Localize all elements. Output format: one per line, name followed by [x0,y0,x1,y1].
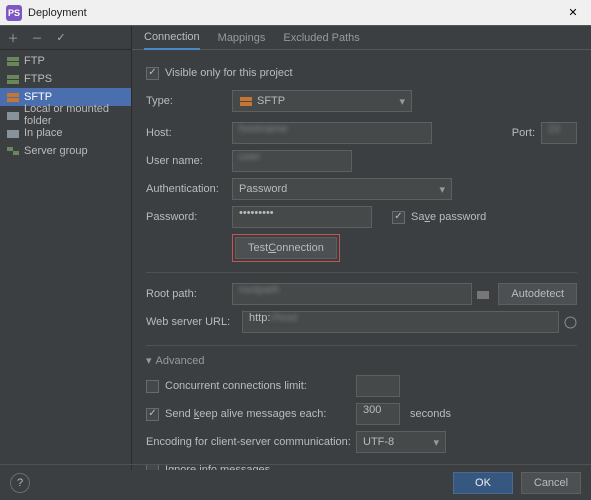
keepalive-input[interactable]: 300 [356,403,400,425]
sidebar-toolbar: ＋ － ✓ [0,26,131,50]
app-icon: PS [6,5,22,21]
auth-label: Authentication: [146,183,232,195]
folder-icon [6,127,20,139]
web-input[interactable]: http://host [242,311,559,333]
tree-item-label: SFTP [24,91,52,103]
main-panel: Connection Mappings Excluded Paths Visib… [132,26,591,470]
type-select[interactable]: SFTP ▾ [232,90,412,112]
add-icon[interactable]: ＋ [4,29,22,47]
user-label: User name: [146,155,232,167]
sidebar: ＋ － ✓ FTP FTPS SFTP [0,26,132,470]
advanced-toggle[interactable]: ▾ Advanced [146,354,577,367]
tree-item-ftps[interactable]: FTPS [0,70,131,88]
server-icon [6,91,20,103]
tab-mappings[interactable]: Mappings [218,26,266,50]
checkbox-icon [146,380,159,393]
auth-select[interactable]: Password ▾ [232,178,452,200]
password-label: Password: [146,211,232,223]
tree-item-label: Server group [24,145,88,157]
checkbox-icon [392,211,405,224]
type-label: Type: [146,95,232,107]
help-button[interactable]: ? [10,473,30,493]
server-icon [6,73,20,85]
server-icon [239,95,253,107]
encoding-label: Encoding for client-server communication… [146,436,356,448]
checkbox-icon [146,408,159,421]
host-label: Host: [146,127,232,139]
concurrent-checkbox[interactable]: Concurrent connections limit: [146,380,356,393]
chevron-down-icon: ▾ [399,95,405,108]
seconds-label: seconds [410,408,451,420]
root-input[interactable]: rootpath [232,283,472,305]
folder-icon [6,109,20,121]
auth-value: Password [239,183,287,195]
concurrent-input[interactable] [356,375,400,397]
tree-item-ftp[interactable]: FTP [0,52,131,70]
type-value: SFTP [257,95,285,107]
keepalive-checkbox[interactable]: Send keep alive messages each: [146,408,356,421]
autodetect-button[interactable]: Autodetect [498,283,577,305]
tree-item-servergroup[interactable]: Server group [0,142,131,160]
tree-item-label: In place [24,127,63,139]
apply-icon[interactable]: ✓ [52,29,70,47]
port-label: Port: [512,127,535,139]
tree-item-label: FTPS [24,73,52,85]
window-title: Deployment [28,7,561,19]
keepalive-label: Send keep alive messages each: [165,408,326,420]
open-browser-icon[interactable] [563,315,577,329]
password-input[interactable]: ••••••••• [232,206,372,228]
chevron-down-icon: ▾ [439,183,445,196]
root-label: Root path: [146,288,232,300]
remove-icon[interactable]: － [28,29,46,47]
close-icon[interactable]: ✕ [561,6,585,19]
titlebar: PS Deployment ✕ [0,0,591,26]
tab-connection[interactable]: Connection [144,26,200,50]
checkbox-icon [146,67,159,80]
browse-folder-icon[interactable] [476,287,490,301]
encoding-value: UTF-8 [363,436,394,448]
save-password-label: Save password [411,211,486,223]
test-connection-highlight: Test Connection [232,234,340,262]
ok-button[interactable]: OK [453,472,513,494]
port-input[interactable]: 22 [541,122,577,144]
chevron-down-icon: ▾ [433,436,439,449]
dialog-footer: ? OK Cancel [0,464,591,500]
tabs: Connection Mappings Excluded Paths [132,26,591,50]
tab-excluded[interactable]: Excluded Paths [283,26,359,50]
web-label: Web server URL: [146,316,242,328]
visible-only-label: Visible only for this project [165,67,293,79]
save-password-checkbox[interactable]: Save password [392,211,486,224]
encoding-select[interactable]: UTF-8 ▾ [356,431,446,453]
chevron-down-icon: ▾ [146,354,152,367]
concurrent-label: Concurrent connections limit: [165,380,307,392]
server-tree: FTP FTPS SFTP Local or mounted folder [0,50,131,470]
tree-item-label: FTP [24,55,45,67]
host-input[interactable]: hostname [232,122,432,144]
test-connection-button[interactable]: Test Connection [235,237,337,259]
cancel-button[interactable]: Cancel [521,472,581,494]
tree-item-label: Local or mounted folder [24,103,131,127]
visible-only-checkbox[interactable]: Visible only for this project [146,67,293,80]
tree-item-local[interactable]: Local or mounted folder [0,106,131,124]
advanced-label: Advanced [156,355,205,367]
group-icon [6,145,20,157]
server-icon [6,55,20,67]
user-input[interactable]: user [232,150,352,172]
